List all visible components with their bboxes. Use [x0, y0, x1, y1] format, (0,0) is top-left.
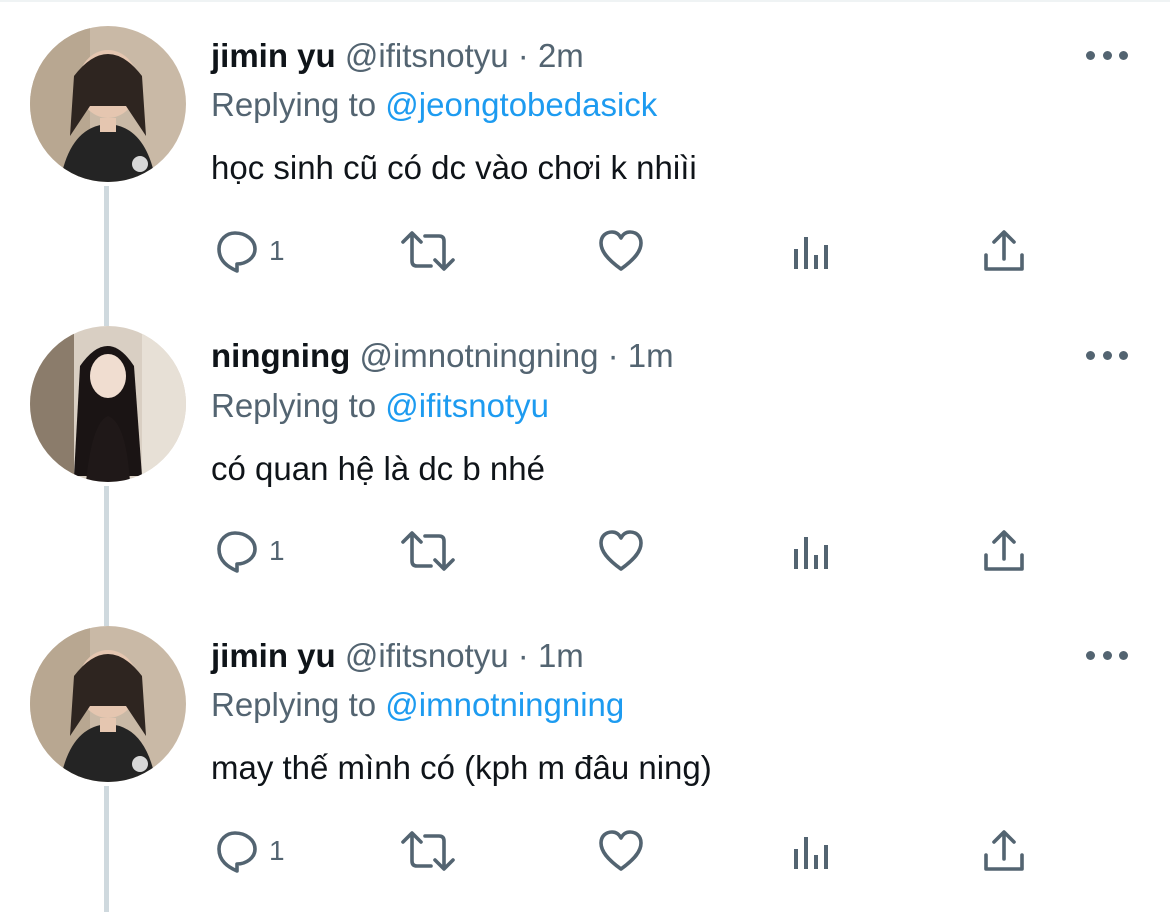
analytics-button[interactable] [791, 226, 835, 276]
replying-label: Replying to [211, 86, 377, 123]
analytics-icon [794, 837, 828, 869]
thread-line [104, 786, 109, 912]
share-button[interactable] [981, 826, 1027, 876]
avatar[interactable] [30, 326, 186, 482]
analytics-button[interactable] [791, 526, 835, 576]
reply-icon [217, 231, 257, 273]
analytics-icon [794, 537, 828, 569]
retweet-icon [401, 531, 455, 571]
heart-icon [599, 530, 643, 571]
heart-icon [599, 830, 643, 871]
reply-button[interactable]: 1 [213, 526, 285, 576]
analytics-icon [794, 237, 828, 269]
avatar[interactable] [30, 26, 186, 182]
thread-line [104, 600, 109, 626]
heart-icon [599, 230, 643, 271]
tweet-text: may thế mình có (kph m đâu ning) [211, 749, 712, 786]
retweet-icon [401, 231, 455, 271]
thread-line [104, 486, 109, 600]
display-name[interactable]: jimin yu [211, 37, 336, 74]
separator: · [517, 37, 529, 74]
tweet[interactable]: jimin yu @ifitsnotyu · 1m Replying to @i… [0, 600, 1170, 912]
more-icon[interactable] [1086, 640, 1128, 670]
tweet[interactable]: ningning @imnotningning · 1m Replying to… [0, 300, 1170, 600]
timestamp[interactable]: 1m [538, 637, 584, 674]
reply-count: 1 [269, 835, 285, 866]
like-button[interactable] [597, 826, 645, 876]
display-name[interactable]: ningning [211, 337, 350, 374]
reply-icon [217, 531, 257, 573]
username[interactable]: @imnotningning [359, 337, 598, 374]
replying-to: Replying to @ifitsnotyu [211, 386, 549, 426]
timestamp[interactable]: 1m [628, 337, 674, 374]
tweet-text: có quan hệ là dc b nhé [211, 450, 545, 487]
thread-line [104, 300, 109, 326]
username[interactable]: @ifitsnotyu [345, 37, 509, 74]
replying-to: Replying to @imnotningning [211, 685, 624, 725]
share-button[interactable] [981, 226, 1027, 276]
mention-link[interactable]: @imnotningning [385, 686, 624, 723]
separator: · [517, 637, 529, 674]
timestamp[interactable]: 2m [538, 37, 584, 74]
mention-link[interactable]: @ifitsnotyu [385, 387, 549, 424]
username[interactable]: @ifitsnotyu [345, 637, 509, 674]
tweet-text: học sinh cũ có dc vào chơi k nhiìi [211, 149, 697, 186]
tweet-header: ningning @imnotningning · 1m [211, 336, 674, 376]
share-icon [984, 230, 1024, 271]
analytics-button[interactable] [791, 826, 835, 876]
share-icon [984, 830, 1024, 871]
reply-count: 1 [269, 235, 285, 266]
replying-label: Replying to [211, 686, 377, 723]
thread-line [104, 186, 109, 300]
reply-button[interactable]: 1 [213, 226, 285, 276]
reply-count: 1 [269, 535, 285, 566]
replying-label: Replying to [211, 387, 377, 424]
display-name[interactable]: jimin yu [211, 637, 336, 674]
more-icon[interactable] [1086, 340, 1128, 370]
like-button[interactable] [597, 526, 645, 576]
reply-button[interactable]: 1 [213, 826, 285, 876]
like-button[interactable] [597, 226, 645, 276]
share-button[interactable] [981, 526, 1027, 576]
share-icon [984, 530, 1024, 571]
retweet-button[interactable] [399, 826, 457, 876]
tweet-header: jimin yu @ifitsnotyu · 2m [211, 36, 584, 76]
retweet-icon [401, 831, 455, 871]
replying-to: Replying to @jeongtobedasick [211, 85, 657, 125]
mention-link[interactable]: @jeongtobedasick [385, 86, 657, 123]
more-icon[interactable] [1086, 40, 1128, 70]
retweet-button[interactable] [399, 226, 457, 276]
retweet-button[interactable] [399, 526, 457, 576]
avatar[interactable] [30, 626, 186, 782]
separator: · [607, 337, 619, 374]
reply-icon [217, 831, 257, 873]
tweet-header: jimin yu @ifitsnotyu · 1m [211, 636, 584, 676]
tweet[interactable]: jimin yu @ifitsnotyu · 2m Replying to @j… [0, 0, 1170, 300]
